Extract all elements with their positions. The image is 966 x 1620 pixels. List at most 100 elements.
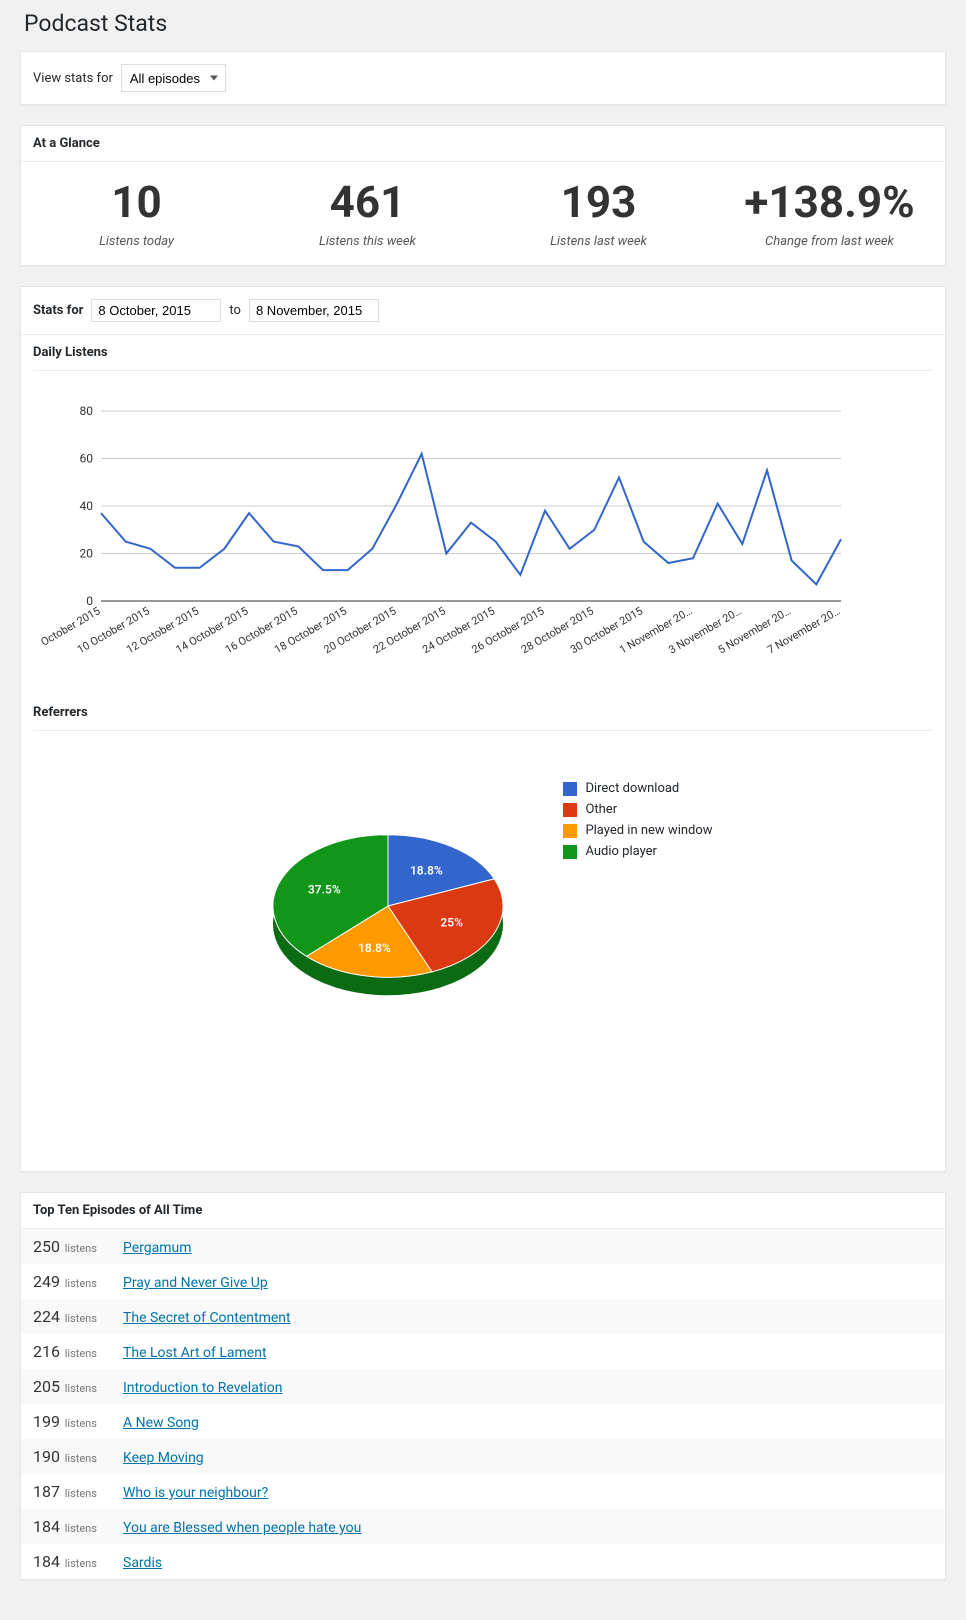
glance-cell: +138.9% Change from last week bbox=[714, 162, 945, 265]
table-row: 249 listens Pray and Never Give Up bbox=[21, 1264, 945, 1299]
episode-link[interactable]: The Lost Art of Lament bbox=[123, 1345, 267, 1361]
listens-cell: 187 listens bbox=[21, 1474, 111, 1509]
listens-label: listens bbox=[62, 1312, 97, 1325]
episode-cell: Who is your neighbour? bbox=[111, 1474, 945, 1509]
listens-label: listens bbox=[62, 1557, 97, 1570]
legend-swatch bbox=[563, 782, 577, 796]
episodes-select[interactable]: All episodes bbox=[121, 64, 226, 92]
episode-link[interactable]: Sardis bbox=[123, 1555, 162, 1571]
listens-label: listens bbox=[62, 1382, 97, 1395]
glance-value: +138.9% bbox=[724, 180, 935, 224]
legend-label: Other bbox=[585, 802, 617, 817]
listens-count: 184 bbox=[33, 1517, 60, 1536]
daily-listens-heading: Daily Listens bbox=[33, 335, 933, 371]
listens-cell: 184 listens bbox=[21, 1544, 111, 1579]
episode-link[interactable]: Pray and Never Give Up bbox=[123, 1275, 268, 1291]
listens-count: 187 bbox=[33, 1482, 60, 1501]
legend-item: Audio player bbox=[563, 844, 712, 859]
episode-link[interactable]: Keep Moving bbox=[123, 1450, 204, 1466]
svg-text:18.8%: 18.8% bbox=[410, 863, 443, 877]
legend-item: Played in new window bbox=[563, 823, 712, 838]
date-to-label: to bbox=[229, 303, 241, 318]
table-row: 250 listensPergamum bbox=[21, 1229, 945, 1264]
stats-panel: Stats for to Daily Listens 0204060808 Oc… bbox=[20, 286, 946, 1172]
episode-cell: The Lost Art of Lament bbox=[111, 1334, 945, 1369]
top-episodes-heading: Top Ten Episodes of All Time bbox=[21, 1193, 945, 1229]
glance-value: 461 bbox=[262, 180, 473, 224]
filter-label: View stats for bbox=[33, 71, 113, 86]
svg-text:25%: 25% bbox=[441, 915, 464, 929]
listens-cell: 205 listens bbox=[21, 1369, 111, 1404]
svg-text:80: 80 bbox=[80, 404, 94, 418]
listens-count: 184 bbox=[33, 1552, 60, 1571]
table-row: 184 listens Sardis bbox=[21, 1544, 945, 1579]
table-row: 216 listens The Lost Art of Lament bbox=[21, 1334, 945, 1369]
listens-count: 250 bbox=[33, 1237, 60, 1256]
listens-count: 199 bbox=[33, 1412, 60, 1431]
legend-swatch bbox=[563, 803, 577, 817]
table-row: 187 listens Who is your neighbour? bbox=[21, 1474, 945, 1509]
glance-value: 10 bbox=[31, 180, 242, 224]
date-from-input[interactable] bbox=[91, 299, 221, 322]
glance-value: 193 bbox=[493, 180, 704, 224]
date-to-input[interactable] bbox=[249, 299, 379, 322]
episode-link[interactable]: The Secret of Contentment bbox=[123, 1310, 291, 1326]
listens-label: listens bbox=[62, 1452, 97, 1465]
svg-text:40: 40 bbox=[80, 499, 94, 513]
date-range-label: Stats for bbox=[33, 303, 83, 318]
listens-count: 190 bbox=[33, 1447, 60, 1466]
top-episodes-panel: Top Ten Episodes of All Time 250 listens… bbox=[20, 1192, 946, 1580]
listens-count: 205 bbox=[33, 1377, 60, 1396]
listens-label: listens bbox=[62, 1277, 97, 1290]
glance-cell: 10 Listens today bbox=[21, 162, 252, 265]
glance-cell: 193 Listens last week bbox=[483, 162, 714, 265]
episode-link[interactable]: A New Song bbox=[123, 1415, 199, 1431]
page-title: Podcast Stats bbox=[24, 10, 946, 37]
listens-cell: 199 listens bbox=[21, 1404, 111, 1439]
listens-label: listens bbox=[62, 1417, 97, 1430]
episode-link[interactable]: Who is your neighbour? bbox=[123, 1485, 268, 1501]
referrers-heading: Referrers bbox=[33, 695, 933, 731]
listens-cell: 190 listens bbox=[21, 1439, 111, 1474]
listens-count: 224 bbox=[33, 1307, 60, 1326]
pie-legend: Direct download Other Played in new window… bbox=[563, 781, 712, 865]
svg-text:60: 60 bbox=[80, 452, 94, 466]
legend-label: Played in new window bbox=[585, 823, 712, 838]
listens-cell: 216 listens bbox=[21, 1334, 111, 1369]
legend-item: Direct download bbox=[563, 781, 712, 796]
legend-swatch bbox=[563, 824, 577, 838]
episode-cell: Pergamum bbox=[111, 1229, 945, 1264]
legend-item: Other bbox=[563, 802, 712, 817]
table-row: 205 listens Introduction to Revelation bbox=[21, 1369, 945, 1404]
episode-cell: A New Song bbox=[111, 1404, 945, 1439]
glance-label: Change from last week bbox=[724, 234, 935, 249]
glance-label: Listens last week bbox=[493, 234, 704, 249]
glance-label: Listens today bbox=[31, 234, 242, 249]
episode-link[interactable]: You are Blessed when people hate you bbox=[123, 1520, 361, 1536]
line-chart: 0204060808 October 201510 October 201512… bbox=[21, 371, 945, 695]
legend-label: Direct download bbox=[585, 781, 679, 796]
episode-cell: You are Blessed when people hate you bbox=[111, 1509, 945, 1544]
listens-label: listens bbox=[62, 1522, 97, 1535]
glance-panel: At a Glance 10 Listens today 461 Listens th… bbox=[20, 125, 946, 266]
listens-cell: 249 listens bbox=[21, 1264, 111, 1299]
filter-panel: View stats for All episodes bbox=[20, 51, 946, 105]
table-row: 190 listens Keep Moving bbox=[21, 1439, 945, 1474]
episode-cell: Sardis bbox=[111, 1544, 945, 1579]
glance-heading: At a Glance bbox=[21, 126, 945, 162]
episode-cell: Keep Moving bbox=[111, 1439, 945, 1474]
episode-cell: The Secret of Contentment bbox=[111, 1299, 945, 1334]
svg-text:37.5%: 37.5% bbox=[308, 883, 341, 897]
glance-label: Listens this week bbox=[262, 234, 473, 249]
table-row: 184 listens You are Blessed when people h… bbox=[21, 1509, 945, 1544]
episode-cell: Introduction to Revelation bbox=[111, 1369, 945, 1404]
episode-cell: Pray and Never Give Up bbox=[111, 1264, 945, 1299]
episode-link[interactable]: Introduction to Revelation bbox=[123, 1380, 283, 1396]
svg-text:18.8%: 18.8% bbox=[358, 941, 391, 955]
listens-label: listens bbox=[62, 1347, 97, 1360]
legend-swatch bbox=[563, 845, 577, 859]
listens-count: 216 bbox=[33, 1342, 60, 1361]
legend-label: Audio player bbox=[585, 844, 657, 859]
table-row: 224 listens The Secret of Contentment bbox=[21, 1299, 945, 1334]
episode-link[interactable]: Pergamum bbox=[123, 1240, 192, 1256]
